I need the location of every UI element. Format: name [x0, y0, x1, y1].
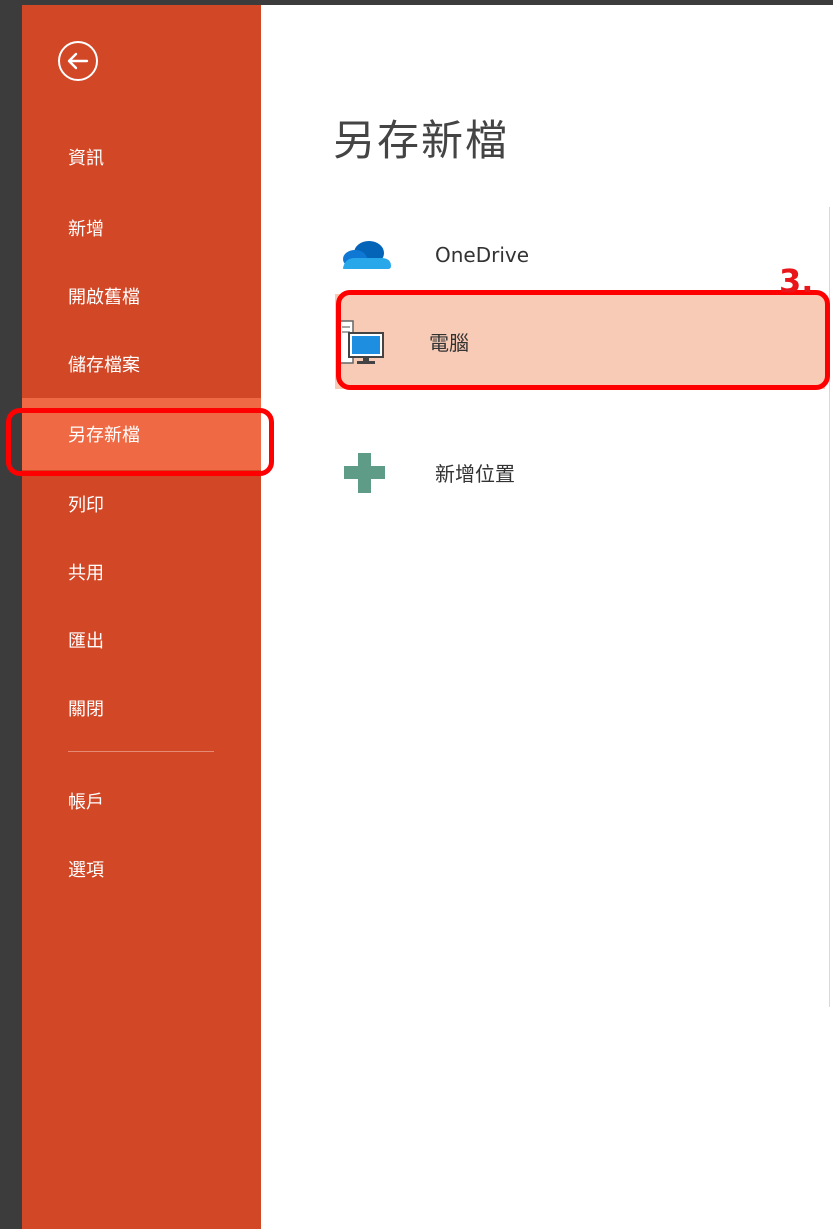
- sidebar-item-save-as[interactable]: 另存新檔: [22, 398, 261, 470]
- location-label: 新增位置: [435, 462, 515, 486]
- page-title: 另存新檔: [333, 116, 510, 165]
- location-onedrive[interactable]: OneDrive: [339, 210, 829, 300]
- sidebar-item-close[interactable]: 關閉: [22, 674, 261, 742]
- sidebar-item-account[interactable]: 帳戶: [22, 767, 261, 835]
- back-arrow-icon: [67, 52, 89, 70]
- sidebar-item-open[interactable]: 開啟舊檔: [22, 262, 261, 330]
- sidebar-item-print[interactable]: 列印: [22, 470, 261, 538]
- sidebar-item-info[interactable]: 資訊: [22, 120, 261, 194]
- location-label: 電腦: [429, 331, 469, 355]
- sidebar-divider: [68, 751, 214, 752]
- sidebar-item-save[interactable]: 儲存檔案: [22, 330, 261, 398]
- location-label: OneDrive: [435, 243, 530, 267]
- backstage-sidebar: 資訊 新增 開啟舊檔 儲存檔案 另存新檔 列印 共用 匯出 關閉 帳戶 選項: [22, 5, 261, 1229]
- sidebar-item-new[interactable]: 新增: [22, 194, 261, 262]
- sidebar-item-options[interactable]: 選項: [22, 835, 261, 903]
- sidebar-nav-bottom: 帳戶 選項: [22, 767, 261, 903]
- onedrive-cloud-icon: [339, 230, 395, 280]
- location-computer[interactable]: 電腦: [335, 294, 825, 389]
- window-top-border: [0, 0, 833, 5]
- step-label: 3.: [779, 262, 814, 300]
- panel-divider: [829, 207, 830, 1007]
- sidebar-item-export[interactable]: 匯出: [22, 606, 261, 674]
- main-content: 另存新檔 OneDrive 電腦 新增位置: [261, 5, 833, 1229]
- add-plus-icon: [339, 448, 395, 498]
- back-button[interactable]: [58, 41, 98, 81]
- sidebar-nav: 資訊 新增 開啟舊檔 儲存檔案 另存新檔 列印 共用 匯出 關閉: [22, 120, 261, 742]
- sidebar-item-share[interactable]: 共用: [22, 538, 261, 606]
- computer-icon: [335, 317, 393, 367]
- window-left-border: [0, 0, 22, 1229]
- location-add[interactable]: 新增位置: [339, 425, 829, 520]
